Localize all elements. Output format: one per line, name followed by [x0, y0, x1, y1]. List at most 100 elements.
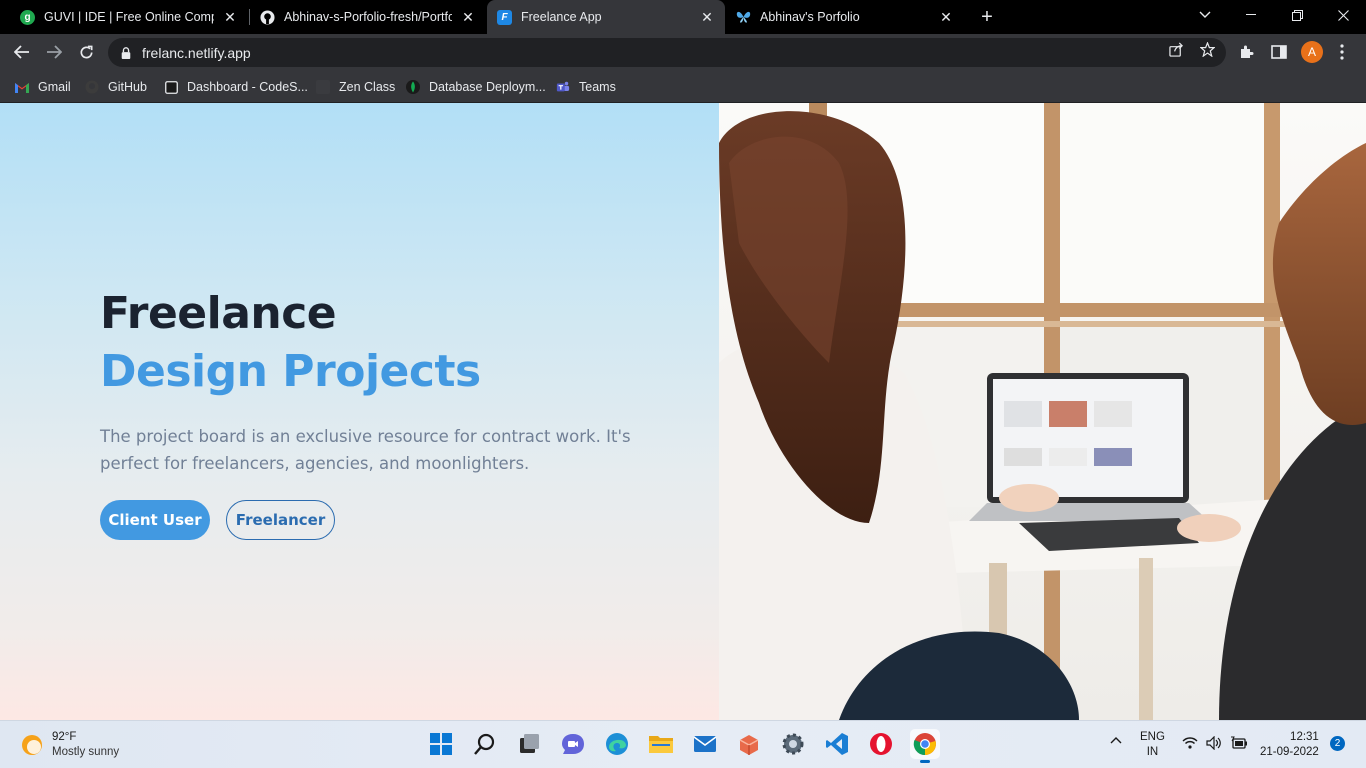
weather-widget[interactable]: 92°F Mostly sunny [20, 730, 119, 760]
reload-button[interactable] [72, 38, 100, 66]
show-hidden-icons-button[interactable] [1110, 735, 1122, 747]
store-button[interactable] [734, 729, 764, 759]
tab-title: GUVI | IDE | Free Online Compiler [44, 10, 214, 24]
close-icon[interactable]: ✕ [699, 9, 715, 25]
bookmarks-bar: Gmail GitHub Dashboard - CodeS... Zen Cl… [0, 70, 1366, 103]
browser-toolbar: frelanc.netlify.app [0, 34, 1366, 70]
vscode-button[interactable] [822, 729, 852, 759]
client-user-button[interactable]: Client User [100, 500, 210, 540]
hero-photo-illustration [719, 103, 1366, 720]
weather-temperature: 92°F [52, 731, 77, 743]
chat-button[interactable] [558, 729, 588, 759]
close-icon[interactable]: ✕ [938, 9, 954, 25]
opera-button[interactable] [866, 729, 896, 759]
bookmark-gmail[interactable]: Gmail [15, 76, 71, 98]
guvi-icon: g [20, 9, 35, 25]
bookmark-label: Gmail [38, 80, 71, 94]
chrome-icon [913, 733, 936, 756]
address-bar[interactable]: frelanc.netlify.app [108, 38, 1226, 67]
mail-button[interactable] [690, 729, 720, 759]
bookmark-dashboard[interactable]: Dashboard - CodeS... [164, 76, 308, 98]
settings-button[interactable] [778, 729, 808, 759]
volume-icon[interactable] [1206, 735, 1222, 753]
tab-portfolio[interactable]: Abhinav's Porfolio ✕ [726, 0, 964, 34]
side-panel-icon[interactable] [1270, 43, 1288, 61]
extensions-icon[interactable] [1238, 43, 1256, 61]
hero-image [719, 103, 1366, 720]
back-button[interactable] [8, 38, 36, 66]
github-icon [260, 9, 275, 25]
start-button[interactable] [426, 729, 456, 759]
battery-icon[interactable] [1230, 736, 1248, 753]
chevron-up-icon [1110, 737, 1122, 744]
file-explorer-icon [649, 736, 673, 753]
close-icon[interactable]: ✕ [222, 9, 238, 25]
clock-date: 21-09-2022 [1260, 746, 1319, 758]
teams-icon [556, 80, 570, 94]
restore-button[interactable] [1274, 0, 1320, 30]
hero-description: The project board is an exclusive resour… [100, 427, 631, 473]
more-menu-icon[interactable] [1333, 43, 1351, 61]
clock-time: 12:31 [1290, 731, 1319, 743]
chat-icon [562, 734, 584, 754]
tab-title: Freelance App [521, 10, 602, 24]
chrome-button[interactable] [910, 729, 940, 763]
hero-section: Freelance Design Projects The project bo… [0, 103, 719, 720]
close-window-button[interactable] [1320, 0, 1366, 30]
bookmark-star-icon[interactable] [1199, 41, 1215, 57]
weather-description: Mostly sunny [52, 746, 120, 758]
edge-button[interactable] [602, 729, 632, 759]
bookmark-database-deployment[interactable]: Database Deploym... [406, 76, 546, 98]
wifi-icon[interactable] [1182, 737, 1198, 752]
share-icon[interactable] [1168, 41, 1184, 57]
tab-strip: g GUVI | IDE | Free Online Compiler ✕ Ab… [0, 0, 1366, 34]
tab-guvi[interactable]: g GUVI | IDE | Free Online Compiler ✕ [10, 0, 248, 34]
forward-button[interactable] [40, 38, 68, 66]
url-text: frelanc.netlify.app [142, 44, 251, 61]
github-icon [85, 80, 99, 94]
task-view-button[interactable] [514, 729, 544, 759]
opera-icon [870, 733, 892, 755]
mail-icon [693, 736, 717, 752]
store-icon [739, 735, 759, 755]
bookmark-zen-class[interactable]: Zen Class [316, 76, 395, 98]
close-icon[interactable]: ✕ [460, 9, 476, 25]
task-view-icon [520, 734, 539, 753]
hero-subtitle: Design Projects [100, 346, 481, 397]
bookmark-label: Database Deploym... [429, 80, 546, 94]
tab-freelance-app[interactable]: F Freelance App ✕ [487, 0, 725, 34]
notification-badge[interactable]: 2 [1330, 736, 1345, 751]
freelance-app-icon: F [497, 9, 512, 25]
tab-github[interactable]: Abhinav-s-Porfolio-fresh/Portfolio ✕ [250, 0, 486, 34]
bookmark-github[interactable]: GitHub [85, 76, 147, 98]
tab-title: Abhinav's Porfolio [760, 10, 860, 24]
file-explorer-button[interactable] [646, 729, 676, 759]
bookmark-label: Teams [579, 80, 616, 94]
lock-icon [121, 46, 131, 59]
bookmark-teams[interactable]: Teams [556, 76, 616, 98]
freelancer-button[interactable]: Freelancer [226, 500, 335, 540]
search-icon [474, 733, 495, 755]
running-indicator [920, 760, 930, 763]
bookmark-label: Zen Class [339, 80, 396, 94]
language-indicator[interactable]: ENG IN [1140, 730, 1165, 760]
tab-search-chevron-icon[interactable] [1182, 0, 1228, 30]
minimize-button[interactable] [1228, 0, 1274, 30]
language-code: ENG [1140, 731, 1165, 743]
bookmark-label: GitHub [108, 80, 147, 94]
start-icon [430, 733, 452, 755]
dashboard-icon [164, 80, 178, 94]
search-button[interactable] [470, 729, 500, 759]
mongodb-icon [406, 80, 420, 94]
tab-title: Abhinav-s-Porfolio-fresh/Portfolio [284, 10, 452, 24]
vscode-icon [826, 733, 848, 755]
bookmark-label: Dashboard - CodeS... [187, 80, 308, 94]
gmail-icon [15, 80, 29, 94]
butterfly-icon [736, 10, 751, 25]
sunny-weather-icon [22, 735, 42, 755]
windows-taskbar: 92°F Mostly sunny ENG IN 12:31 21-09-202… [0, 720, 1366, 768]
profile-avatar[interactable]: A [1301, 41, 1323, 63]
region-code: IN [1146, 746, 1159, 758]
new-tab-button[interactable]: + [976, 6, 998, 28]
clock[interactable]: 12:31 21-09-2022 [1260, 730, 1319, 760]
